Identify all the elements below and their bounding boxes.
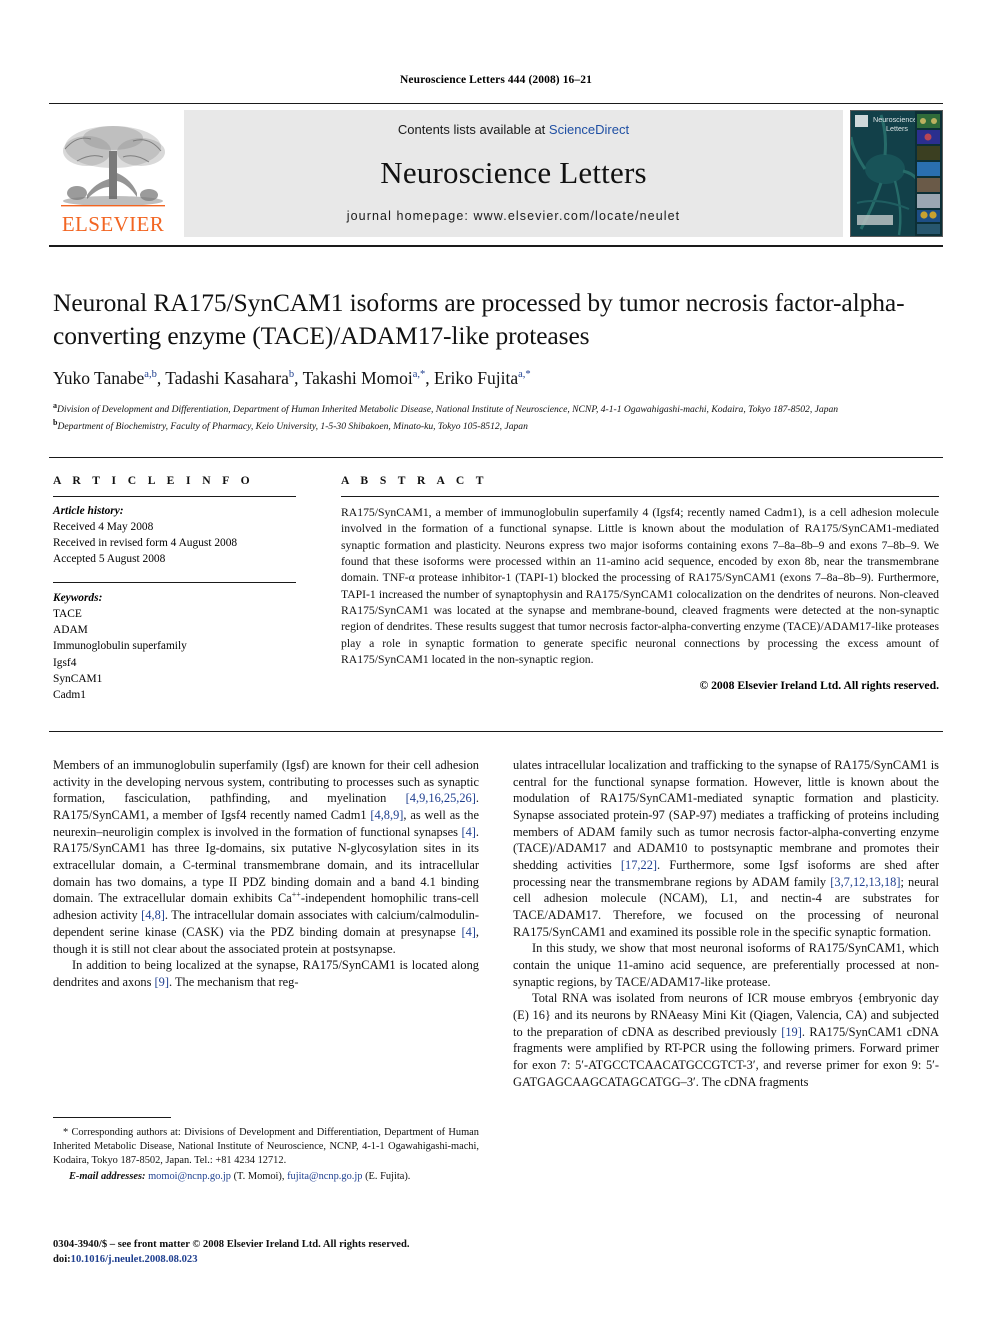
body-paragraph: In this study, we show that most neurona… [513,941,939,989]
superscript: ++ [291,890,301,900]
article-info-column: A R T I C L E I N F O Article history: R… [53,474,296,703]
author-affiliation-mark: a,* [412,369,426,381]
abstract-column: A B S T R A C T RA175/SynCAM1, a member … [341,474,939,703]
svg-text:Neuroscience: Neuroscience [873,115,917,124]
doi-link[interactable]: 10.1016/j.neulet.2008.08.023 [71,1254,198,1265]
journal-homepage[interactable]: journal homepage: www.elsevier.com/locat… [347,209,681,223]
abstract-rule [341,496,939,497]
doi-line: doi:10.1016/j.neulet.2008.08.023 [53,1252,523,1267]
article-history-lines: Received 4 May 2008 Received in revised f… [53,520,296,568]
email-label: E-mail addresses: [69,1170,146,1182]
body-paragraph: Members of an immunoglobulin superfamily… [53,758,479,956]
journal-cover-thumbnail: Neuroscience Letters [850,110,943,237]
elsevier-logo: ELSEVIER [49,110,177,237]
masthead-bottom-rule [49,245,943,247]
email-link-momoi[interactable]: momoi@ncnp.go.jp [148,1171,231,1182]
citation-link[interactable]: [4,8,9] [370,808,403,822]
article-history-group: Article history: Received 4 May 2008 Rece… [53,504,296,568]
footnote-rule [53,1117,171,1118]
sciencedirect-link[interactable]: ScienceDirect [549,122,629,137]
article-history-item: Received 4 May 2008 [53,520,154,533]
keywords-lines: TACE ADAM Immunoglobulin superfamily Igsf4 S… [53,606,296,703]
author-list: Yuko Tanabea,b, Tadashi Kasaharab, Takas… [53,368,531,389]
citation-link[interactable]: [4,8] [141,908,165,922]
affiliation-mark: b [53,418,58,428]
journal-band: Contents lists available at ScienceDirec… [184,110,843,237]
title-bottom-rule [49,457,943,458]
citation-link[interactable]: [4] [461,825,475,839]
affiliation-mark: a [53,401,57,411]
keywords-group: Keywords: TACE ADAM Immunoglobulin superfa… [53,590,296,703]
email-owner-fujita: (E. Fujita). [365,1170,411,1182]
citation-link[interactable]: [17,22] [621,858,657,872]
footnote-block: * Corresponding authors at: Divisions of… [53,1126,479,1184]
issn-copyright-line: 0304-3940/$ – see front matter © 2008 El… [53,1239,410,1250]
keyword-item: TACE [53,608,82,621]
email-link-fujita[interactable]: fujita@ncnp.go.jp [287,1171,362,1182]
corresponding-author-note: * Corresponding authors at: Divisions of… [53,1127,479,1166]
body-paragraph: Total RNA was isolated from neurons of I… [513,991,939,1089]
keyword-item: ADAM [53,624,88,637]
body-paragraph: ulates intracellular localization and tr… [513,758,939,939]
author-name: Tadashi Kasahara [165,368,289,389]
keywords-label: Keywords: [53,591,103,604]
citation-link[interactable]: [3,7,12,13,18] [830,875,900,889]
affiliation: aDivision of Development and Differentia… [53,401,839,416]
title-block: Neuronal RA175/SynCAM1 isoforms are proc… [53,286,933,434]
page-title: Neuronal RA175/SynCAM1 isoforms are proc… [53,288,905,351]
contents-prefix: Contents lists available at [397,122,549,137]
citation-link[interactable]: [19] [781,1025,802,1039]
author-name: Takashi Momoi [302,368,413,389]
keyword-item: SynCAM1 [53,672,103,685]
contents-list-line: Contents lists available at ScienceDirec… [398,122,629,137]
abstract-copyright: © 2008 Elsevier Ireland Ltd. All rights … [699,679,939,693]
column-gap [296,474,341,703]
author-affiliation-mark: a,b [144,369,157,381]
body-column-gap [479,757,513,1090]
abstract-heading: A B S T R A C T [341,474,488,487]
email-owner-momoi: (T. Momoi) [233,1170,282,1182]
affiliation: bDepartment of Biochemistry, Faculty of … [53,418,528,433]
elsevier-wordmark: ELSEVIER [61,212,165,236]
abstract-bottom-rule [49,731,943,732]
keyword-item: Igsf4 [53,656,77,669]
article-history-item: Accepted 5 August 2008 [53,552,166,565]
author-name: Yuko Tanabe [53,368,145,389]
article-page: Neuroscience Letters 444 (2008) 16–21 EL… [0,0,992,1323]
info-abstract-row: A R T I C L E I N F O Article history: R… [53,474,939,703]
journal-masthead: ELSEVIER Contents lists available at Sci… [49,110,943,237]
cover-artwork: Neuroscience Letters [851,111,942,236]
article-history-item: Received in revised form 4 August 2008 [53,536,238,549]
body-columns: Members of an immunoglobulin superfamily… [53,757,939,1090]
author-affiliation-mark: a,* [518,369,531,381]
keyword-item: Immunoglobulin superfamily [53,640,187,653]
imprint-block: 0304-3940/$ – see front matter © 2008 El… [53,1237,523,1267]
citation-link[interactable]: [4] [461,925,475,939]
body-left-column: Members of an immunoglobulin superfamily… [53,757,479,1090]
affiliation-list: aDivision of Development and Differentia… [53,400,933,434]
email-addresses-line: E-mail addresses: momoi@ncnp.go.jp (T. M… [69,1170,411,1182]
top-rule [49,103,943,104]
article-history-label: Article history: [53,505,124,517]
journal-title: Neuroscience Letters [380,155,647,190]
author-affiliation-mark: b [288,369,295,381]
article-info-rule [53,496,296,497]
citation-link[interactable]: [4,9,16,25,26] [406,791,476,805]
abstract-text: RA175/SynCAM1, a member of immunoglobuli… [341,506,939,666]
body-right-column: ulates intracellular localization and tr… [513,757,939,1090]
body-paragraph: In addition to being localized at the sy… [53,958,479,989]
elsevier-tree-icon [61,126,165,207]
doi-label: doi: [53,1254,71,1266]
article-info-heading: A R T I C L E I N F O [53,474,255,487]
author-name: Eriko Fujita [434,368,519,389]
running-head: Neuroscience Letters 444 (2008) 16–21 [400,74,592,86]
keyword-item: Cadm1 [53,689,86,701]
citation-link[interactable]: [9] [155,975,169,989]
svg-text:Letters: Letters [886,124,908,133]
keywords-rule [53,581,296,583]
